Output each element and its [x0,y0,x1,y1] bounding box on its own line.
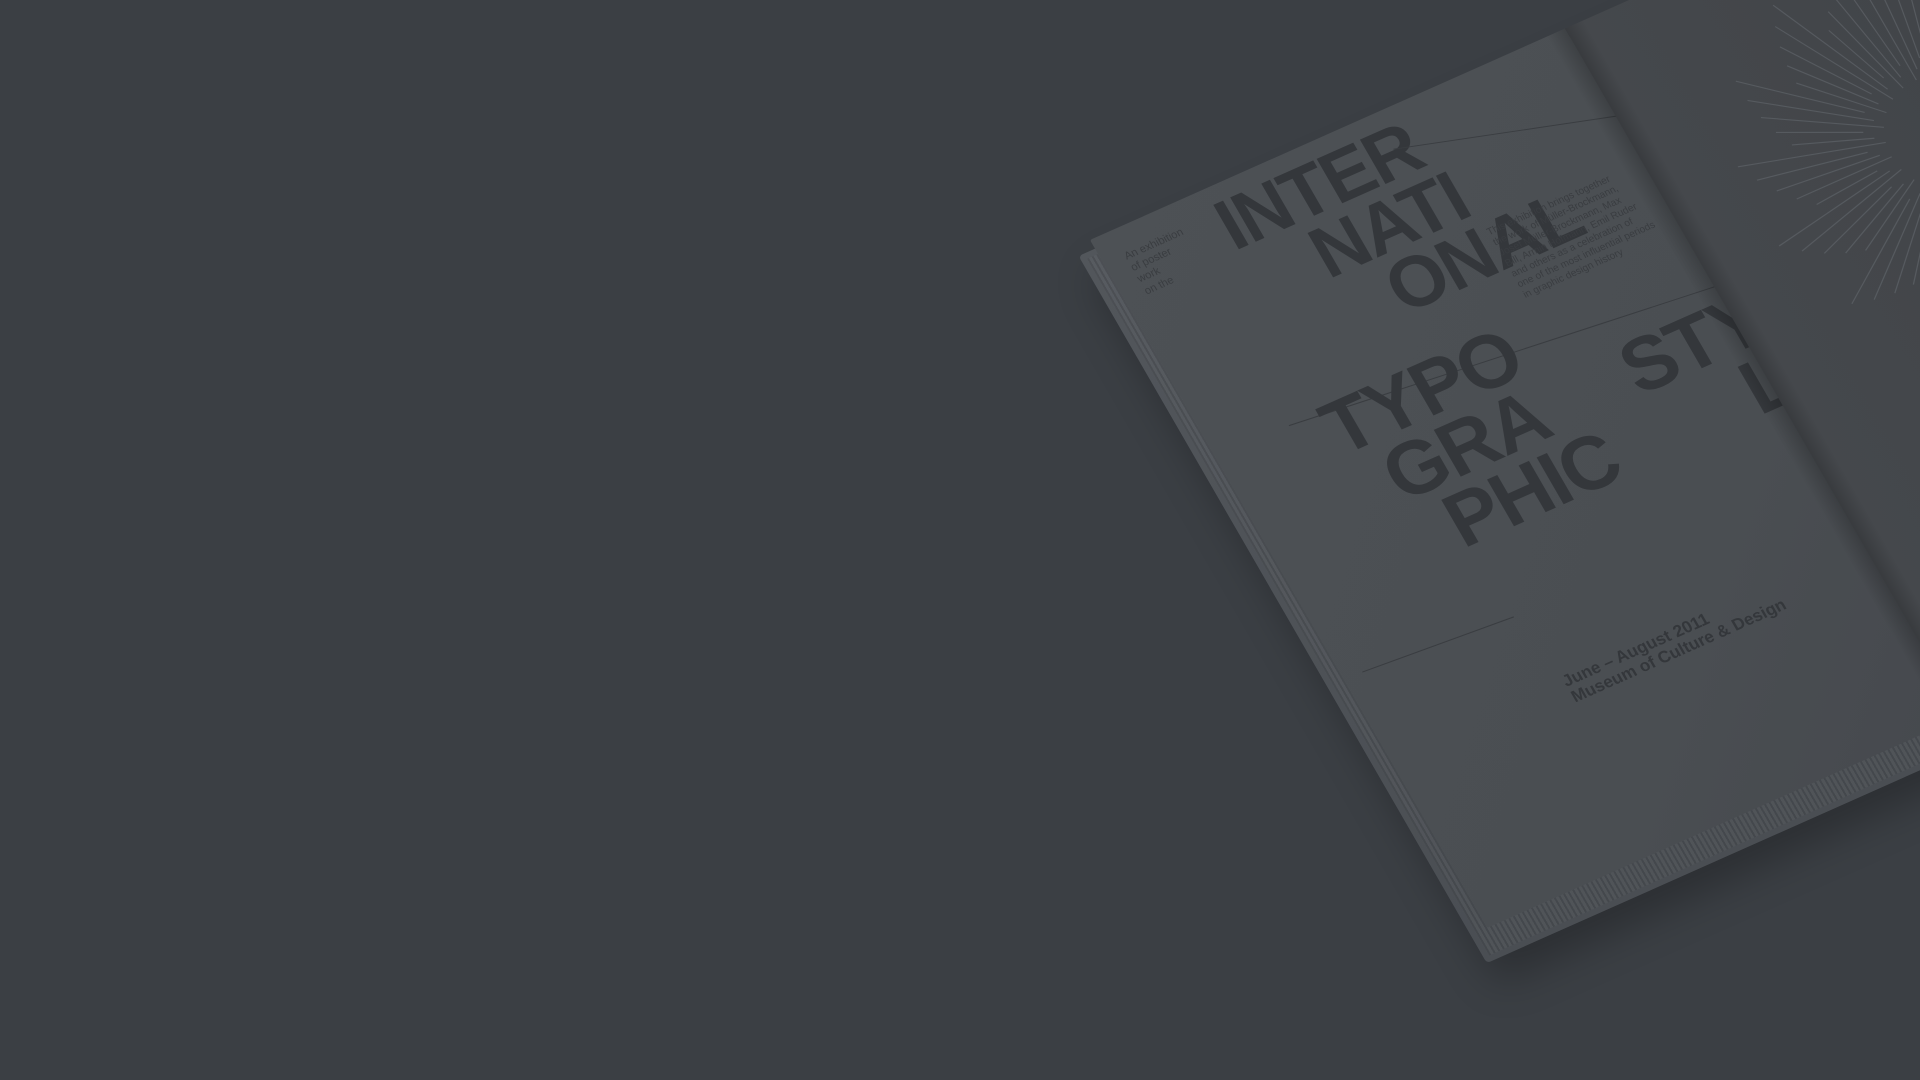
sunburst-ray [1772,4,1888,90]
sunburst-ray [1796,156,1893,200]
sunburst-ray [1865,179,1915,251]
open-book: An exhibition of poster work on the INTE… [1078,0,1920,964]
sunburst-ray [1756,151,1868,181]
sunburst-ray [1851,198,1911,305]
sunburst-ray [1894,186,1920,294]
sunburst-ray [1775,131,1864,133]
rule-line [1362,616,1515,673]
stage: An exhibition of poster work on the INTE… [0,0,1920,1080]
sunburst-ray [1897,199,1920,275]
sunburst-ray [1842,0,1917,81]
sunburst-ray [1776,154,1881,192]
event-venue: Museum of Culture & Design [1567,594,1790,706]
sunburst-ray [1882,0,1918,70]
sunburst-ray [1760,116,1884,128]
tagline: An exhibition of poster work on the [1122,223,1212,297]
sunburst-ray [1879,190,1920,330]
sunburst-ray [1737,141,1886,168]
sunburst-ray [1845,183,1904,254]
event-date: June – August 2011 [1558,609,1713,691]
event-info: June – August 2011 Museum of Culture & D… [1558,580,1790,706]
sunburst-ray [1873,193,1920,300]
